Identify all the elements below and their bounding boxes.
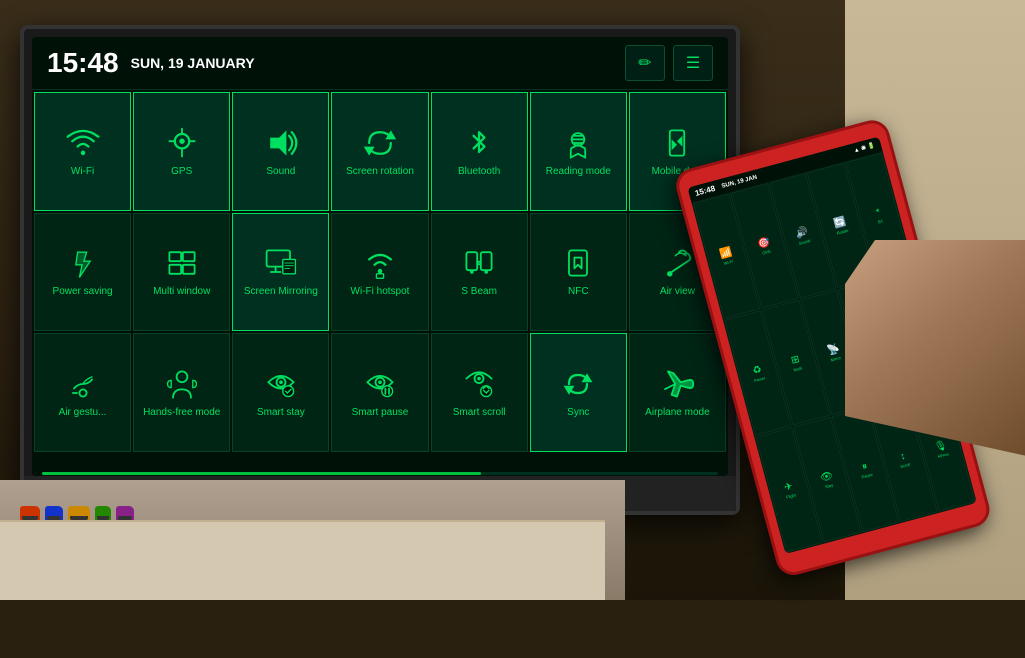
cabinet-items [20,506,134,520]
power-saving-icon [65,245,101,281]
sync-icon [560,366,596,402]
screen-rotation-icon [362,125,398,161]
progress-fill [42,472,481,475]
panel-header: 15:48 SUN, 19 JANUARY ✏ ☰ [32,37,728,90]
sound-icon [263,125,299,161]
tile-smart-stay-label: Smart stay [257,407,305,419]
tile-wifi-label: Wi-Fi [71,166,94,178]
tile-smart-pause[interactable]: Smart pause [331,333,428,452]
air-gesture-icon [65,366,101,402]
reading-mode-icon [560,125,596,161]
tile-s-beam-label: S Beam [461,286,497,298]
tile-bluetooth[interactable]: Bluetooth [431,92,528,211]
smart-stay-icon [263,366,299,402]
hand-holding-phone [775,180,1025,480]
tile-multi-window[interactable]: Multi window [133,213,230,332]
tile-power-saving-label: Power saving [53,286,113,298]
tile-screen-rotation[interactable]: Screen rotation [331,92,428,211]
tile-smart-scroll[interactable]: Smart scroll [431,333,528,452]
bluetooth-icon [461,125,497,161]
toy-car-2 [45,506,63,520]
toy-car-5 [116,506,134,520]
hand-shape [845,240,1025,460]
tv-cabinet [0,520,605,600]
date-display: SUN, 19 JANUARY [131,55,625,71]
s-beam-icon [461,245,497,281]
multi-window-icon [164,245,200,281]
tile-bluetooth-label: Bluetooth [458,166,500,178]
tile-gps[interactable]: GPS [133,92,230,211]
wifi-hotspot-icon [362,245,398,281]
tile-sound-label: Sound [266,166,295,178]
hands-free-icon [164,366,200,402]
menu-button[interactable]: ☰ [673,45,713,81]
edit-button[interactable]: ✏ [625,45,665,81]
tile-wifi-hotspot-label: Wi-Fi hotspot [351,286,410,298]
toy-car-4 [95,506,111,520]
tile-multi-window-label: Multi window [153,286,210,298]
smart-pause-icon [362,366,398,402]
gps-icon [164,125,200,161]
tile-screen-mirroring[interactable]: Screen Mirroring [232,213,329,332]
tile-smart-stay[interactable]: Smart stay [232,333,329,452]
tile-sound[interactable]: Sound [232,92,329,211]
header-icons: ✏ ☰ [625,45,713,81]
smart-scroll-icon [461,366,497,402]
toy-car-1 [20,506,40,520]
phone-status-icons: ▲ ❋ 🔋 [853,142,876,154]
time-display: 15:48 [47,47,119,79]
tile-smart-scroll-label: Smart scroll [453,407,506,419]
tile-s-beam[interactable]: S Beam [431,213,528,332]
tile-wifi[interactable]: Wi-Fi [34,92,131,211]
tile-hands-free-label: Hands-free mode [143,407,220,419]
tile-screen-rotation-label: Screen rotation [346,166,414,178]
tile-air-gesture-label: Air gestu... [59,407,107,419]
progress-track [42,472,718,475]
tile-smart-pause-label: Smart pause [352,407,409,419]
tile-gps-label: GPS [171,166,192,178]
tile-wifi-hotspot[interactable]: Wi-Fi hotspot [331,213,428,332]
tile-sync-label: Sync [567,407,589,419]
screen-mirroring-icon [263,245,299,281]
tile-power-saving[interactable]: Power saving [34,213,131,332]
tile-air-gesture[interactable]: Air gestu... [34,333,131,452]
tile-hands-free[interactable]: Hands-free mode [133,333,230,452]
tile-screen-mirroring-label: Screen Mirroring [244,286,318,298]
toy-car-3 [68,506,90,520]
wifi-icon [65,125,101,161]
